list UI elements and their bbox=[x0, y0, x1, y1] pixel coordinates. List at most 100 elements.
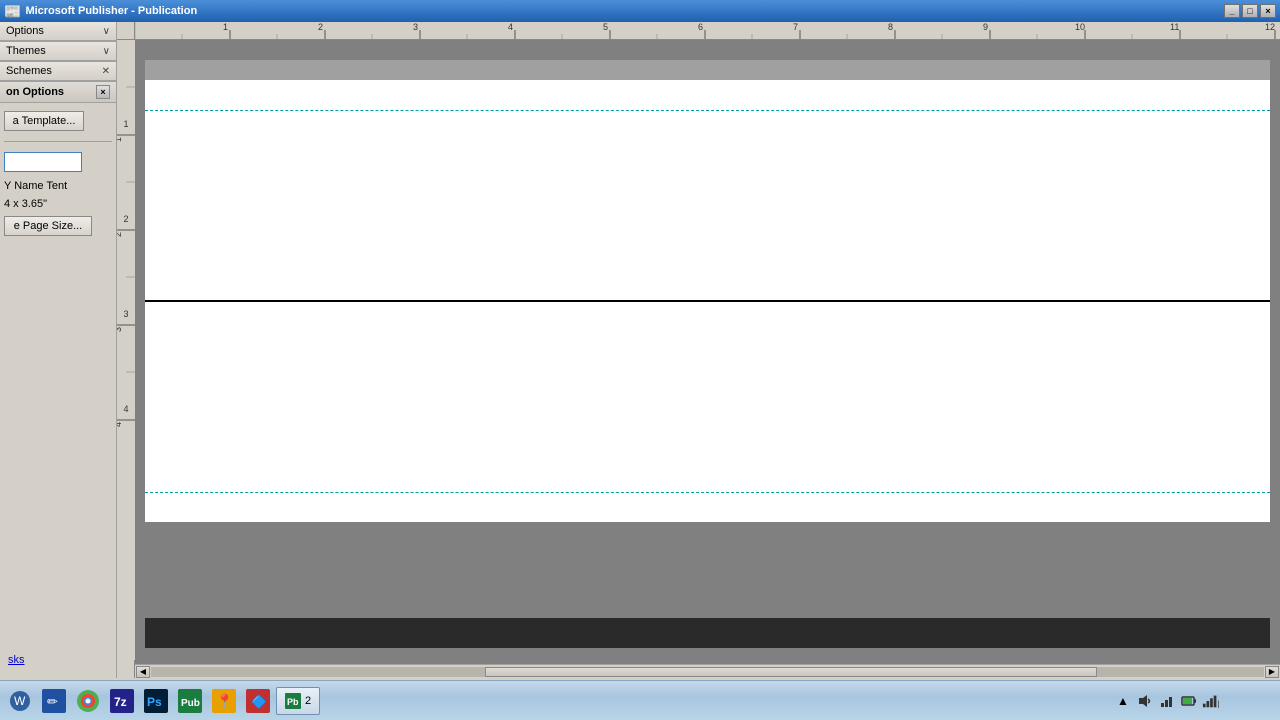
tray-expand-icon[interactable]: ▲ bbox=[1114, 692, 1132, 710]
battery-icon bbox=[1181, 693, 1197, 709]
7zip-icon: 7z bbox=[110, 689, 134, 713]
pen-icon: ✏ bbox=[42, 689, 66, 713]
svg-text:Ps: Ps bbox=[147, 695, 162, 709]
taskbar-icons: W ✏ 7z Ps bbox=[0, 685, 324, 717]
template-input[interactable] bbox=[4, 152, 82, 172]
svg-text:10: 10 bbox=[1075, 22, 1085, 32]
active-app-icon: Pb bbox=[285, 693, 301, 709]
page-bottom bbox=[145, 302, 1270, 522]
signal-icon: | bbox=[1202, 693, 1220, 709]
svg-text:5: 5 bbox=[603, 22, 608, 32]
taskbar: W ✏ 7z Ps bbox=[0, 680, 1280, 720]
scroll-right-button[interactable]: ▶ bbox=[1265, 666, 1279, 678]
bottom-bar bbox=[145, 618, 1270, 648]
pub-options-close-button[interactable]: × bbox=[96, 85, 110, 99]
photoshop-icon: Ps bbox=[144, 689, 168, 713]
tasks-link[interactable]: sks bbox=[4, 650, 112, 670]
options-section: Options ∨ bbox=[0, 22, 116, 42]
tray-network-icon[interactable] bbox=[1158, 692, 1176, 710]
tray-signal-icon[interactable]: | bbox=[1202, 692, 1220, 710]
svg-text:|: | bbox=[1217, 699, 1219, 708]
svg-text:1: 1 bbox=[223, 22, 228, 32]
schemes-label: Schemes bbox=[6, 65, 52, 77]
title-bar-buttons: _ □ × bbox=[1224, 4, 1276, 18]
ruler-corner bbox=[117, 22, 135, 39]
schemes-arrow-icon: ✕ bbox=[102, 66, 110, 77]
right-content: 1 2 3 4 5 6 7 bbox=[117, 22, 1280, 678]
svg-text:🔷: 🔷 bbox=[251, 694, 267, 709]
taskbar-icon-pub[interactable]: Pub bbox=[174, 685, 206, 717]
scroll-left-button[interactable]: ◀ bbox=[136, 666, 150, 678]
ruler-horizontal: 1 2 3 4 5 6 7 bbox=[135, 22, 1280, 39]
guide-bottom bbox=[145, 492, 1270, 493]
themes-header[interactable]: Themes ∨ bbox=[0, 42, 116, 61]
svg-text:1: 1 bbox=[123, 119, 128, 129]
themes-label: Themes bbox=[6, 45, 46, 57]
minimize-button[interactable]: _ bbox=[1224, 4, 1240, 18]
canvas-background bbox=[145, 60, 1270, 648]
publisher-icon: Pub bbox=[178, 689, 202, 713]
divider-1 bbox=[4, 141, 112, 142]
taskbar-icon-2[interactable]: ✏ bbox=[38, 685, 70, 717]
main-layout: Options ∨ Themes ∨ Schemes ✕ bbox=[0, 22, 1280, 678]
svg-text:3: 3 bbox=[413, 22, 418, 32]
template-button[interactable]: a Template... bbox=[4, 111, 84, 131]
svg-text:7: 7 bbox=[793, 22, 798, 32]
scroll-track[interactable] bbox=[151, 667, 1264, 677]
taskbar-icon-photoshop[interactable]: Ps bbox=[140, 685, 172, 717]
svg-text:12: 12 bbox=[1265, 22, 1275, 32]
options-header[interactable]: Options ∨ bbox=[0, 22, 116, 41]
schemes-section: Schemes ✕ bbox=[0, 62, 116, 82]
options-arrow-icon: ∨ bbox=[103, 26, 110, 37]
themes-section: Themes ∨ bbox=[0, 42, 116, 62]
svg-text:8: 8 bbox=[888, 22, 893, 32]
svg-text:4: 4 bbox=[508, 22, 513, 32]
tray-speaker-icon[interactable] bbox=[1136, 692, 1154, 710]
chrome-icon bbox=[76, 689, 100, 713]
svg-text:1: 1 bbox=[117, 137, 123, 142]
ruler-v-svg: 1 2 3 4 1 2 3 4 bbox=[117, 40, 135, 660]
scroll-thumb[interactable] bbox=[485, 667, 1097, 677]
pub-options-title: on Options bbox=[6, 86, 64, 98]
maximize-button[interactable]: □ bbox=[1242, 4, 1258, 18]
taskbar-icon-1[interactable]: W bbox=[4, 685, 36, 717]
tray-battery-icon[interactable] bbox=[1180, 692, 1198, 710]
page-size-button[interactable]: e Page Size... bbox=[4, 216, 92, 236]
app-window: 📰 Microsoft Publisher - Publication _ □ … bbox=[0, 0, 1280, 678]
active-app-button[interactable]: Pb 2 bbox=[276, 687, 320, 715]
svg-text:4: 4 bbox=[117, 422, 123, 427]
active-app-label: 2 bbox=[305, 695, 311, 707]
pub-options-content: a Template... Y Name Tent 4 x 3.65" e Pa… bbox=[0, 103, 116, 678]
svg-text:Pub: Pub bbox=[181, 698, 200, 709]
taskbar-icon-7zip[interactable]: 7z bbox=[106, 685, 138, 717]
svg-text:W: W bbox=[14, 694, 26, 708]
ruler-vertical: 1 2 3 4 1 2 3 4 bbox=[117, 40, 135, 678]
svg-text:2: 2 bbox=[123, 214, 128, 224]
canvas-area: 1 2 3 4 1 2 3 4 bbox=[117, 40, 1280, 678]
title-bar-left: 📰 Microsoft Publisher - Publication bbox=[4, 3, 197, 20]
canvas-content[interactable]: ◀ ▶ bbox=[135, 40, 1280, 678]
svg-text:3: 3 bbox=[117, 327, 123, 332]
tray-time bbox=[1224, 684, 1272, 717]
taskbar-icon-maps[interactable]: 📍 bbox=[208, 685, 240, 717]
svg-text:6: 6 bbox=[698, 22, 703, 32]
schemes-header[interactable]: Schemes ✕ bbox=[0, 62, 116, 81]
svg-text:2: 2 bbox=[318, 22, 323, 32]
header-label bbox=[149, 60, 1270, 63]
taskbar-icon-extra[interactable]: 🔷 bbox=[242, 685, 274, 717]
pub-options-panel: on Options × a Template... Y Name Tent 4… bbox=[0, 82, 116, 678]
ruler-top: 1 2 3 4 5 6 7 bbox=[117, 22, 1280, 40]
app-title: Microsoft Publisher - Publication bbox=[25, 5, 197, 17]
ruler-h-svg: 1 2 3 4 5 6 7 bbox=[135, 22, 1280, 39]
header-strip bbox=[145, 60, 1270, 80]
close-button[interactable]: × bbox=[1260, 4, 1276, 18]
taskbar-icon-chrome[interactable] bbox=[72, 685, 104, 717]
template-name-label: Y Name Tent bbox=[4, 180, 112, 192]
horizontal-scrollbar[interactable]: ◀ ▶ bbox=[135, 664, 1280, 678]
themes-arrow-icon: ∨ bbox=[103, 46, 110, 57]
svg-text:✏: ✏ bbox=[47, 694, 58, 709]
svg-text:7z: 7z bbox=[114, 695, 127, 709]
template-size-label: 4 x 3.65" bbox=[4, 198, 112, 210]
windows-logo-icon: W bbox=[8, 689, 32, 713]
options-label: Options bbox=[6, 25, 44, 37]
